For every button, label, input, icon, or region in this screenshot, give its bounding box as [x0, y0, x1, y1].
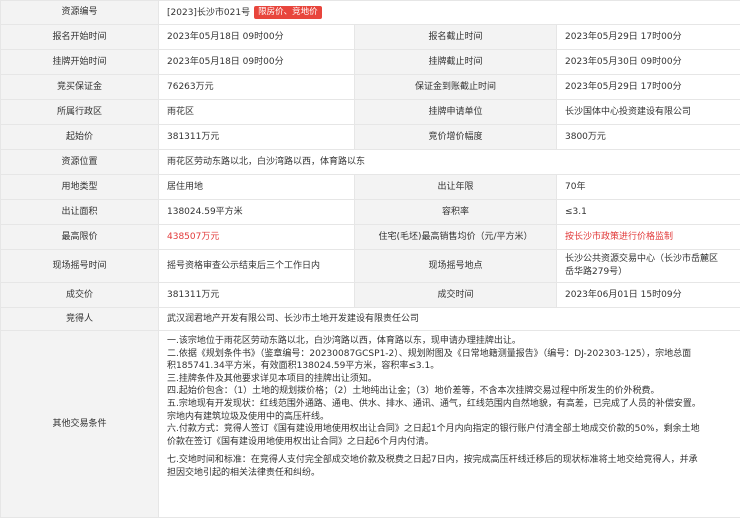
signup-start-label: 报名开始时间 — [1, 25, 159, 50]
deposit-deadline-value: 2023年05月29日 17时00分 — [557, 75, 740, 100]
far-label: 容积率 — [355, 200, 557, 225]
other-conditions-label: 其他交易条件 — [1, 331, 159, 518]
deal-time-value: 2023年06月01日 15时09分 — [557, 283, 740, 308]
max-sale-price-value: 按长沙市政策进行价格监制 — [557, 225, 740, 250]
district-label: 所属行政区 — [1, 100, 159, 125]
max-price-label: 最高限价 — [1, 225, 159, 250]
listing-start-label: 挂牌开始时间 — [1, 50, 159, 75]
condition-line: 价款在签订《国有建设用地使用权出让合同》之日起6个月内付清。 — [167, 436, 732, 449]
term-value: 70年 — [557, 175, 740, 200]
land-use-label: 用地类型 — [1, 175, 159, 200]
lottery-place-label: 现场摇号地点 — [355, 250, 557, 283]
bidder-label: 竞得人 — [1, 308, 159, 331]
location-label: 资源位置 — [1, 150, 159, 175]
increment-value: 3800万元 — [557, 125, 740, 150]
district-value: 雨花区 — [159, 100, 355, 125]
price-limit-badge: 限房价、竞地价 — [254, 6, 322, 19]
deal-time-label: 成交时间 — [355, 283, 557, 308]
other-conditions-content: 一.该宗地位于雨花区劳动东路以北，白沙湾路以西，体育路以东，现申请办理挂牌出让。… — [159, 331, 740, 518]
condition-line: 宗地内有建筑垃圾及使用中的高压杆线。 — [167, 411, 732, 424]
applicant-value: 长沙国体中心投资建设有限公司 — [557, 100, 740, 125]
far-value: ≤3.1 — [557, 200, 740, 225]
land-use-value: 居住用地 — [159, 175, 355, 200]
condition-line: 担因交地引起的相关法律责任和纠纷。 — [167, 467, 732, 480]
deposit-label: 竞买保证金 — [1, 75, 159, 100]
listing-end-label: 挂牌截止时间 — [355, 50, 557, 75]
area-label: 出让面积 — [1, 200, 159, 225]
lottery-time-label: 现场摇号时间 — [1, 250, 159, 283]
listing-end-value: 2023年05月30日 09时00分 — [557, 50, 740, 75]
condition-line: 一.该宗地位于雨花区劳动东路以北，白沙湾路以西，体育路以东，现申请办理挂牌出让。 — [167, 335, 732, 348]
resource-id-cell: [2023]长沙市021号限房价、竞地价 — [159, 1, 740, 25]
listing-start-value: 2023年05月18日 09时00分 — [159, 50, 355, 75]
location-value: 雨花区劳动东路以北，白沙湾路以西，体育路以东 — [159, 150, 740, 175]
condition-line: 二.依据《规划条件书》（鉴章编号：20230087GCSP1-2）、规划附图及《… — [167, 348, 732, 361]
condition-line: 六.付款方式：竞得人签订《国有建设用地使用权出让合同》之日起1个月内向指定的银行… — [167, 423, 732, 436]
signup-start-value: 2023年05月18日 09时00分 — [159, 25, 355, 50]
deposit-value: 76263万元 — [159, 75, 355, 100]
increment-label: 竞价增价幅度 — [355, 125, 557, 150]
deal-price-value: 381311万元 — [159, 283, 355, 308]
start-price-label: 起始价 — [1, 125, 159, 150]
signup-end-label: 报名截止时间 — [355, 25, 557, 50]
lottery-place-value: 长沙公共资源交易中心（长沙市岳麓区 岳华路279号） — [557, 250, 740, 283]
applicant-label: 挂牌申请单位 — [355, 100, 557, 125]
term-label: 出让年限 — [355, 175, 557, 200]
max-price-value: 438507万元 — [159, 225, 355, 250]
condition-line: 四.起始价包含：（1）土地的规划拨价格；（2）土地纯出让金；（3）地价差等，不含… — [167, 385, 732, 398]
deposit-deadline-label: 保证金到账截止时间 — [355, 75, 557, 100]
land-info-table: 资源编号 [2023]长沙市021号限房价、竞地价 报名开始时间 2023年05… — [0, 0, 740, 518]
condition-line: 七.交地时间和标准：在竞得人支付完全部成交地价款及税费之日起7日内，按完成高压杆… — [167, 454, 732, 467]
condition-line: 积185741.34平方米，有效面积138024.59平方米，容积率≤3.1。 — [167, 360, 732, 373]
deal-price-label: 成交价 — [1, 283, 159, 308]
bidder-value: 武汉润君地产开发有限公司、长沙市土地开发建设有限责任公司 — [159, 308, 740, 331]
lottery-time-value: 摇号资格审查公示结束后三个工作日内 — [159, 250, 355, 283]
condition-line: 三.挂牌条件及其他要求详见本项目的挂牌出让须知。 — [167, 373, 732, 386]
resource-id-label: 资源编号 — [1, 1, 159, 25]
max-sale-price-label: 住宅(毛坯)最高销售均价（元/平方米） — [355, 225, 557, 250]
resource-id-value: [2023]长沙市021号 — [167, 8, 250, 18]
lottery-place-line-2: 岳华路279号） — [565, 266, 732, 279]
area-value: 138024.59平方米 — [159, 200, 355, 225]
lottery-place-line-1: 长沙公共资源交易中心（长沙市岳麓区 — [565, 253, 732, 266]
condition-line: 五.宗地现有开发现状：红线范围外通路、通电、供水、排水、通讯、通气，红线范围内自… — [167, 398, 732, 411]
start-price-value: 381311万元 — [159, 125, 355, 150]
signup-end-value: 2023年05月29日 17时00分 — [557, 25, 740, 50]
